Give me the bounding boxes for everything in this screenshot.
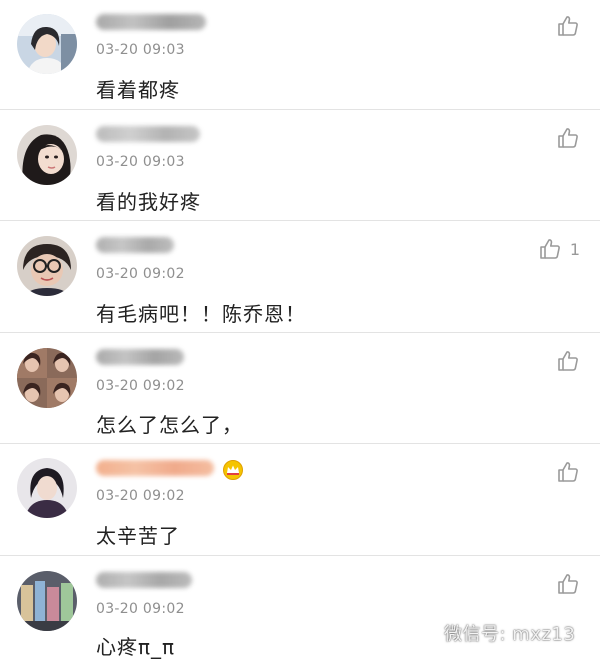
comment-time: 03-20 09:02 — [96, 601, 185, 617]
thumbs-up-icon — [558, 16, 578, 36]
comment-list: 03-20 09:03 看着都疼 03-20 09:03 看的我好疼 03-20… — [0, 0, 600, 664]
username-blurred[interactable] — [96, 14, 206, 30]
comment-time: 03-20 09:02 — [96, 378, 185, 394]
comment-item: 03-20 09:02 太辛苦了 — [0, 444, 600, 556]
comment-text: 怎么了怎么了， — [96, 413, 243, 437]
like-button[interactable] — [556, 460, 580, 484]
avatar[interactable] — [17, 236, 77, 296]
username-blurred[interactable] — [96, 126, 200, 142]
comment-text: 看着都疼 — [96, 78, 180, 102]
like-button[interactable]: 1 — [538, 237, 580, 261]
wechat-icon — [412, 622, 438, 643]
username-blurred[interactable] — [96, 572, 192, 588]
comment-time: 03-20 09:02 — [96, 266, 185, 282]
like-count: 1 — [569, 239, 580, 259]
avatar[interactable] — [17, 458, 77, 518]
thumbs-up-icon — [558, 128, 578, 148]
comment-text: 心疼π_π — [96, 635, 176, 659]
like-button[interactable] — [556, 126, 580, 150]
like-button[interactable] — [556, 14, 580, 38]
comment-time: 03-20 09:03 — [96, 42, 185, 58]
wechat-watermark: 微信号: mxz13 — [412, 620, 575, 646]
comment-time: 03-20 09:02 — [96, 488, 185, 504]
username-blurred[interactable] — [96, 237, 174, 253]
avatar[interactable] — [17, 571, 77, 631]
thumbs-up-icon — [558, 351, 578, 371]
thumbs-up-icon — [558, 462, 578, 482]
comment-item: 03-20 09:02 有毛病吧！！陈乔恩！ 1 — [0, 221, 600, 333]
comment-time: 03-20 09:03 — [96, 154, 185, 170]
like-button[interactable] — [556, 349, 580, 373]
username-blurred[interactable] — [96, 349, 184, 365]
crown-icon — [222, 460, 244, 484]
comment-text: 看的我好疼 — [96, 190, 201, 214]
username-vip-blurred[interactable] — [96, 460, 214, 476]
comment-item: 03-20 09:02 怎么了怎么了， — [0, 333, 600, 444]
comment-text: 有毛病吧！！陈乔恩！ — [96, 302, 306, 326]
like-button[interactable] — [556, 572, 580, 596]
comment-text: 太辛苦了 — [96, 524, 180, 548]
avatar[interactable] — [17, 348, 77, 408]
thumbs-up-icon — [540, 239, 560, 259]
avatar[interactable] — [17, 14, 77, 74]
comment-item: 03-20 09:02 心疼π_π — [0, 556, 600, 664]
comment-item: 03-20 09:03 看着都疼 — [0, 0, 600, 110]
watermark-text: 微信号: mxz13 — [444, 624, 576, 645]
avatar[interactable] — [17, 125, 77, 185]
thumbs-up-icon — [558, 574, 578, 594]
comment-item: 03-20 09:03 看的我好疼 — [0, 110, 600, 221]
